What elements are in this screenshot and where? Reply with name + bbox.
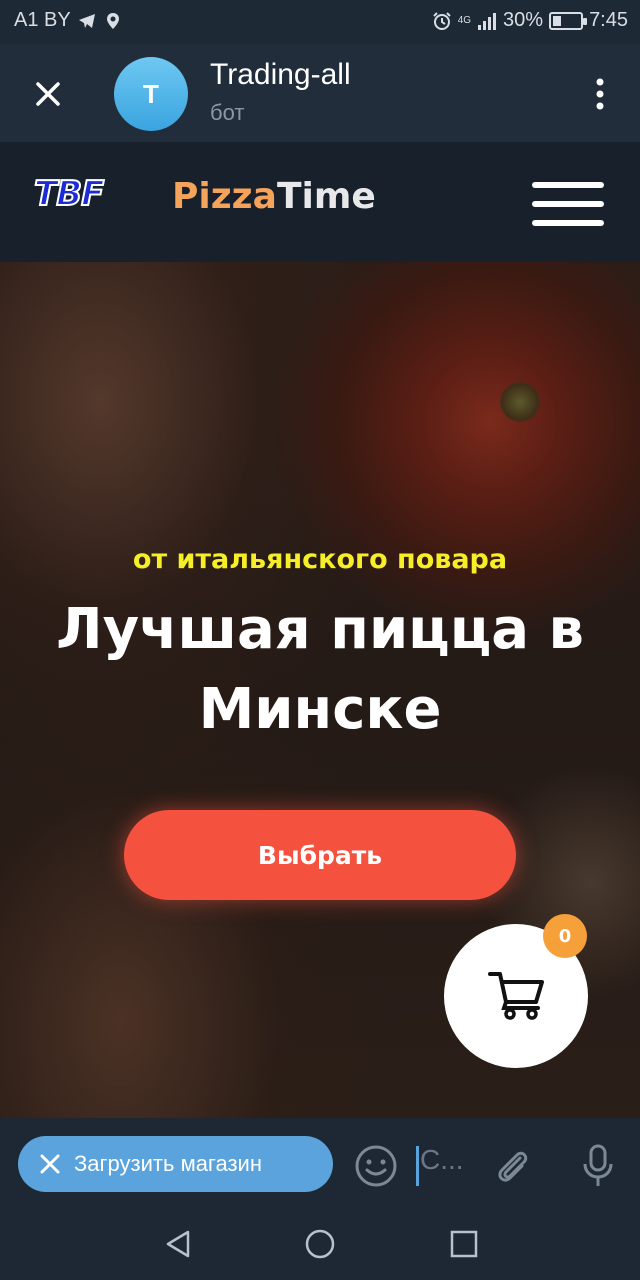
chat-subtitle: бот <box>210 100 245 125</box>
emoji-icon[interactable] <box>354 1144 398 1188</box>
close-icon <box>40 1154 60 1174</box>
back-icon[interactable] <box>160 1226 196 1262</box>
battery-icon <box>549 11 588 30</box>
telegram-icon <box>78 13 95 28</box>
cart-icon <box>488 972 544 1020</box>
hero-subtitle: от итальянского повара <box>132 544 508 575</box>
recent-apps-icon[interactable] <box>446 1226 482 1262</box>
logo-time-part: Time <box>276 176 376 217</box>
home-icon[interactable] <box>302 1226 338 1262</box>
location-icon <box>106 12 119 29</box>
alarm-icon <box>432 11 451 30</box>
menu-icon[interactable] <box>532 182 604 226</box>
tbf-logo[interactable]: TBF <box>33 173 105 215</box>
chat-header: T Trading-all бот <box>0 44 640 142</box>
choose-button[interactable]: Выбрать <box>124 810 516 900</box>
message-input[interactable]: С... <box>416 1144 476 1184</box>
battery-percent: 30% <box>503 9 544 31</box>
carrier-label: A1 BY <box>14 9 71 31</box>
network-type: 4G <box>457 15 472 26</box>
cart-count-badge: 0 <box>543 914 587 958</box>
message-input-bar: Загрузить магазин С... <box>0 1118 640 1208</box>
close-icon[interactable] <box>28 74 68 114</box>
mic-icon[interactable] <box>576 1142 620 1190</box>
hero-title: Лучшая пицца в Минске <box>56 597 584 742</box>
chat-title: Trading-all <box>210 58 351 91</box>
clock: 7:45 <box>589 9 628 31</box>
hero-background-detail <box>500 382 540 422</box>
signal-icon <box>478 12 497 30</box>
avatar[interactable]: T <box>114 57 188 131</box>
pizzatime-logo[interactable]: PizzaTime <box>172 176 376 217</box>
more-vert-icon[interactable] <box>590 74 610 114</box>
status-bar: A1 BY 4G 30% 7:45 <box>0 0 640 44</box>
load-shop-label: Загрузить магазин <box>74 1151 262 1176</box>
logo-pizza-part: Pizza <box>172 176 277 217</box>
site-navbar: TBF PizzaTime <box>0 142 640 262</box>
load-shop-button[interactable]: Загрузить магазин <box>18 1136 333 1192</box>
paperclip-icon[interactable] <box>490 1144 534 1188</box>
system-navigation-bar <box>0 1208 640 1280</box>
